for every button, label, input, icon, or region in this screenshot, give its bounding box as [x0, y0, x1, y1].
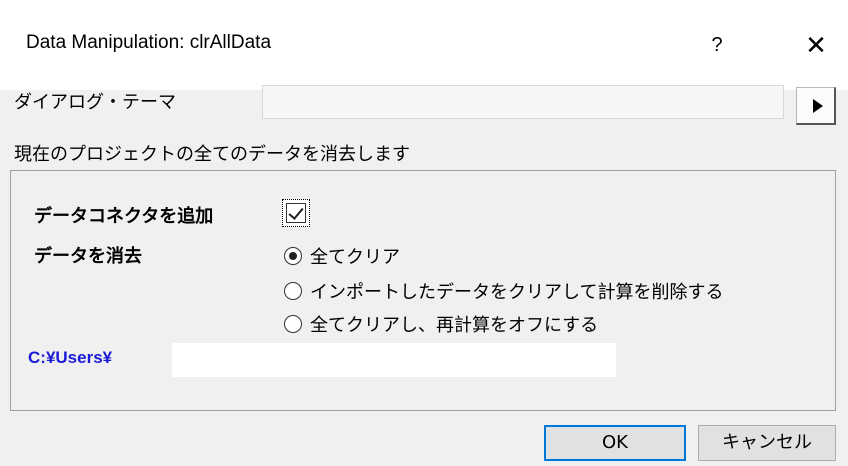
radio-unselected-icon [284, 282, 302, 300]
radio-unselected-icon [284, 315, 302, 333]
dialog-theme-label: ダイアログ・テーマ [14, 92, 176, 113]
radio-label: インポートしたデータをクリアして計算を削除する [310, 282, 724, 303]
radio-selected-icon [284, 247, 302, 265]
radio-label: 全てクリア [310, 247, 400, 268]
dialog-theme-menu-button[interactable] [796, 87, 836, 125]
help-button[interactable]: ? [700, 28, 734, 62]
window-title: Data Manipulation: clrAllData [26, 32, 272, 53]
clear-data-label: データを消去 [34, 246, 142, 267]
radio-clear-all-recalc-off[interactable]: 全てクリアし、再計算をオフにする [284, 310, 598, 338]
radio-clear-imported-delete-calc[interactable]: インポートしたデータをクリアして計算を削除する [284, 277, 723, 305]
checkmark-icon [286, 203, 306, 223]
path-label: C:¥Users¥ [28, 348, 113, 367]
description-text: 現在のプロジェクトの全てのデータを消去します [14, 144, 410, 165]
add-connector-checkbox[interactable] [282, 199, 310, 227]
radio-clear-all[interactable]: 全てクリア [284, 242, 400, 270]
add-connector-label: データコネクタを追加 [34, 206, 214, 227]
dialog-theme-field[interactable] [262, 85, 784, 119]
cancel-button[interactable]: キャンセル [698, 425, 836, 461]
title-bar: Data Manipulation: clrAllData ? ✕ [0, 0, 848, 90]
radio-label: 全てクリアし、再計算をオフにする [310, 315, 599, 336]
path-field[interactable] [172, 343, 616, 377]
ok-button[interactable]: OK [544, 425, 686, 461]
close-button[interactable]: ✕ [796, 26, 836, 66]
